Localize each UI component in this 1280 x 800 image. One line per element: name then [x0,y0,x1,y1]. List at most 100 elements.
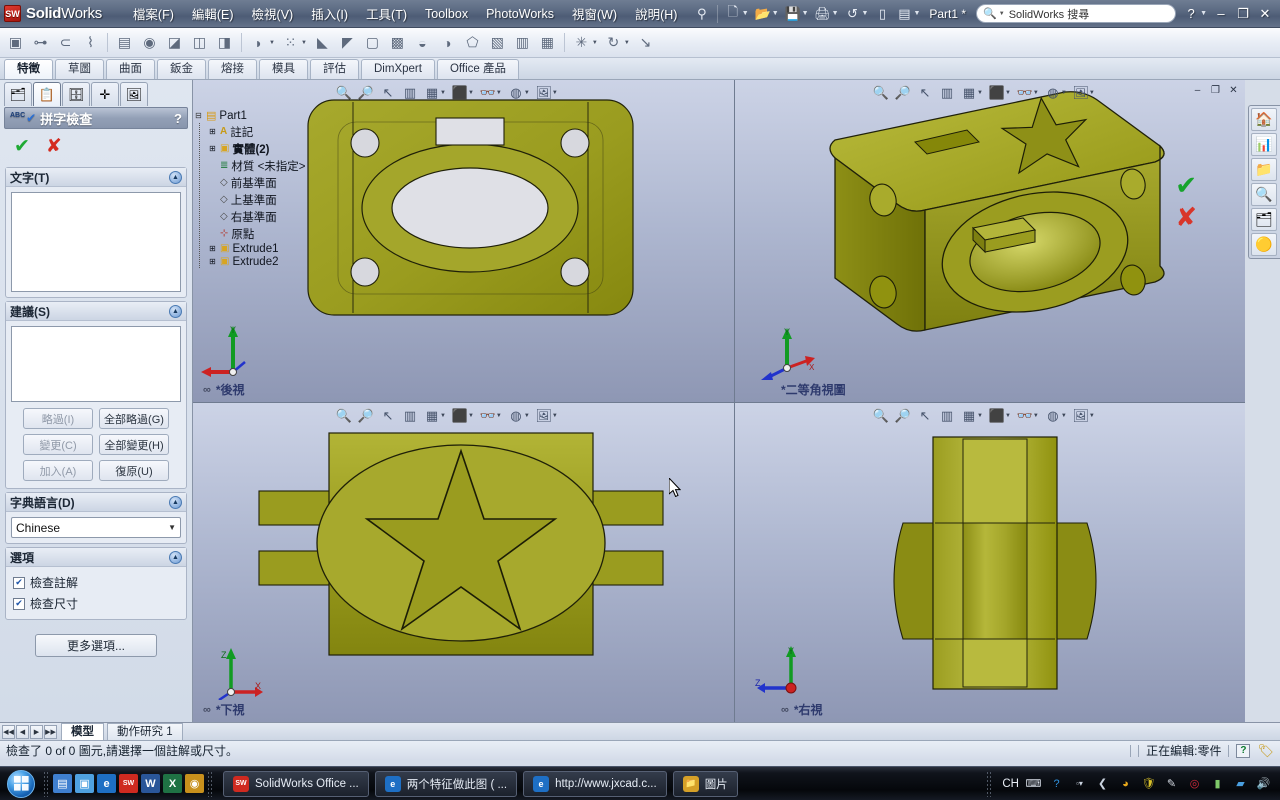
tab-motion-study[interactable]: 動作研究 1 [107,723,183,740]
menu-view[interactable]: 檢視(V) [243,1,303,26]
show-desktop-icon[interactable]: ▤ [53,774,72,793]
chevron-down-icon[interactable]: ▼ [977,413,983,419]
text-field[interactable] [11,192,181,292]
chevron-down-icon[interactable]: ▼ [524,90,530,96]
split-icon[interactable]: ▥ [511,31,534,54]
chevron-down-icon[interactable]: ▼ [592,40,598,46]
section-view-icon[interactable]: ▥ [399,83,421,103]
tree-node-right-plane[interactable]: ◇ 右基準面 [209,208,325,225]
tree-node-extrude2[interactable]: ⊞ ▣ Extrude2 [209,255,325,268]
chevron-down-icon[interactable]: ▼ [742,10,749,17]
chevron-down-icon[interactable]: ▼ [977,90,983,96]
intersect-icon[interactable]: ▧ [486,31,509,54]
chevron-down-icon[interactable]: ▼ [269,40,275,46]
chevron-down-icon[interactable]: ▼ [772,10,779,17]
dome-icon[interactable]: ◒ [411,31,434,54]
close-button[interactable]: ✕ [1254,3,1276,25]
check-notes-checkbox[interactable]: ✔ [13,576,25,589]
undo-button[interactable]: 復原(U) [99,460,169,481]
chevron-up-icon[interactable]: ▲ [169,495,182,509]
add-button[interactable]: 加入(A) [23,460,93,481]
chevron-down-icon[interactable]: ▼ [168,523,176,532]
chevron-down-icon[interactable]: ▼ [301,40,307,46]
chevron-down-icon[interactable]: ▼ [999,11,1005,17]
move-face-icon[interactable]: ⬠ [461,31,484,54]
expand-icon[interactable]: ⊞ [209,144,217,153]
lofted-cut-icon[interactable]: ◨ [213,31,236,54]
cancel-button[interactable]: ✘ [46,135,62,158]
restore-button[interactable]: ❐ [1232,3,1254,25]
swept-cut-icon[interactable]: ◫ [188,31,211,54]
options-group-header[interactable]: 選項 ▲ [6,548,186,567]
tree-node-origin[interactable]: ⊹ 原點 [209,225,325,242]
check-dimensions-row[interactable]: ✔ 檢查尺寸 [11,593,181,614]
revolved-cut-icon[interactable]: ◪ [163,31,186,54]
ignore-button[interactable]: 略過(I) [23,408,93,429]
chevron-down-icon[interactable]: ▼ [552,90,558,96]
ime-indicator[interactable]: CH [1002,778,1019,790]
chevron-down-icon[interactable]: ▼ [1061,413,1067,419]
shell-icon[interactable]: ▢ [361,31,384,54]
draft-icon[interactable]: ◤ [336,31,359,54]
chevron-down-icon[interactable]: ▼ [496,413,502,419]
accept-button[interactable]: ✔ [14,135,30,158]
zoom-to-fit-icon[interactable]: 🔍 [870,406,892,426]
tree-node-solid-bodies[interactable]: ⊞ ▣ 實體(2) [209,140,325,157]
chevron-down-icon[interactable]: ▼ [1089,413,1095,419]
rib-icon[interactable]: ◣ [311,31,334,54]
change-button[interactable]: 變更(C) [23,434,93,455]
section-view-icon[interactable]: ▥ [399,406,421,426]
check-dimensions-checkbox[interactable]: ✔ [13,597,25,610]
expand-icon[interactable]: ⊞ [209,244,217,253]
help-icon[interactable]: ? [174,111,182,126]
nav-first-icon[interactable]: ◀◀ [2,724,15,739]
chevron-down-icon[interactable]: ▼ [802,10,809,17]
tab-surfaces[interactable]: 曲面 [106,59,155,79]
zoom-previous-icon[interactable]: ↖ [377,83,399,103]
zoom-to-fit-icon[interactable]: 🔍 [870,83,892,103]
nav-last-icon[interactable]: ▶▶ [44,724,57,739]
menu-edit[interactable]: 編輯(E) [183,1,243,26]
suggestions-group-header[interactable]: 建議(S) ▲ [6,302,186,321]
tab-evaluate[interactable]: 評估 [310,59,359,79]
combine-icon[interactable]: ▦ [536,31,559,54]
taskbar-grip[interactable] [207,770,214,797]
chevron-down-icon[interactable]: ▼ [1033,413,1039,419]
print-icon[interactable]: 🖨 [812,3,834,25]
tray-grip[interactable] [986,770,994,797]
chevron-down-icon[interactable]: ▼ [440,90,446,96]
expand-icon[interactable]: ⊞ [209,127,217,136]
open-folder-icon[interactable]: 📂 [752,3,774,25]
viewport-vertical-splitter[interactable] [734,80,735,722]
taskbar-item-browser-2[interactable]: e http://www.jxcad.c... [523,770,667,797]
dictionary-language-header[interactable]: 字典語言(D) ▲ [6,493,186,512]
zoom-to-fit-icon[interactable]: 🔍 [333,406,355,426]
volume-icon[interactable]: 🔊 [1255,775,1272,792]
network-icon[interactable]: ▰ [1232,775,1249,792]
confirm-cancel-icon[interactable]: ✘ [1175,202,1197,233]
solidworks-icon[interactable]: SW [119,774,138,793]
wrap-icon[interactable]: ▩ [386,31,409,54]
internet-explorer-icon[interactable]: e [97,774,116,793]
tree-node-front-plane[interactable]: ◇ 前基準面 [209,174,325,191]
excel-icon[interactable]: X [163,774,182,793]
tree-node-top-plane[interactable]: ◇ 上基準面 [209,191,325,208]
solidworks-resources-icon[interactable]: 🏠 [1251,108,1277,131]
change-all-button[interactable]: 全部變更(H) [99,434,169,455]
viewport-isometric[interactable]: 🔍 🔎 ↖ ▥ ▦ ▼ ⬛ ▼ 👓 ▼ ◍ ▼ 🖼 ▼ – ❐ ✕ ✔ ✘ Y … [735,80,1245,402]
menu-photoworks[interactable]: PhotoWorks [477,4,563,24]
chevron-down-icon[interactable]: ▼ [1033,90,1039,96]
options-icon[interactable]: ▤ [893,3,915,25]
pen-icon[interactable]: ✎ [1163,775,1180,792]
zoom-to-fit-icon[interactable]: 🔍 [333,83,355,103]
tree-node-annotations[interactable]: ⊞ A 註記 [209,123,325,140]
instant3d-icon[interactable]: ↘ [634,31,657,54]
menu-insert[interactable]: 插入(I) [302,1,357,26]
extruded-boss-icon[interactable]: ▣ [4,31,27,54]
media-icon[interactable]: ◉ [185,774,204,793]
chevron-up-icon[interactable]: ▲ [169,550,182,564]
chevron-down-icon[interactable]: ▼ [496,90,502,96]
viewport-restore-button[interactable]: ❐ [1208,83,1223,97]
start-button[interactable] [2,769,40,799]
chevron-down-icon[interactable]: ▼ [1005,413,1011,419]
